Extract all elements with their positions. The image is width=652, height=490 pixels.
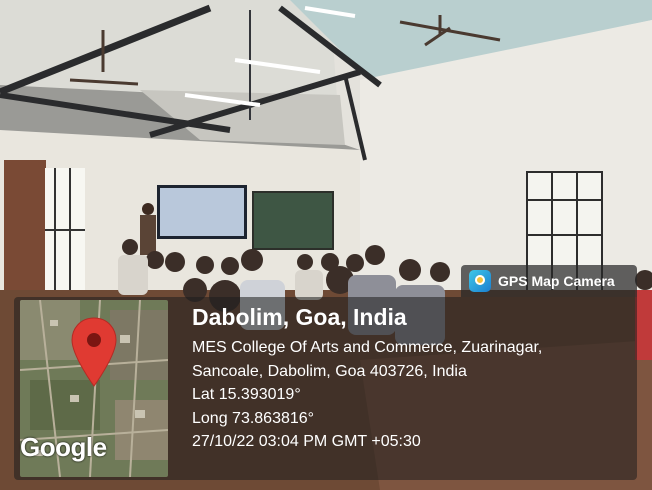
- address-line-2: Sancoale, Dabolim, Goa 403726, India: [192, 362, 467, 380]
- app-badge: GPS Map Camera: [461, 265, 637, 297]
- location-info: Dabolim, Goa, India MES College Of Arts …: [192, 304, 542, 454]
- location-title: Dabolim, Goa, India: [192, 304, 407, 330]
- gps-camera-app-icon: [469, 270, 491, 292]
- longitude: Long 73.863816°: [192, 409, 315, 427]
- photo-scene: GPS Map Camera Google Dabolim, Goa, Indi…: [0, 0, 652, 490]
- google-logo: Google: [20, 432, 107, 462]
- datetime: 27/10/22 03:04 PM GMT +05:30: [192, 433, 421, 450]
- address-line-1: MES College Of Arts and Commerce, Zuarin…: [192, 339, 543, 356]
- app-name: GPS Map Camera: [498, 273, 615, 289]
- latitude: Lat 15.393019°: [192, 386, 301, 403]
